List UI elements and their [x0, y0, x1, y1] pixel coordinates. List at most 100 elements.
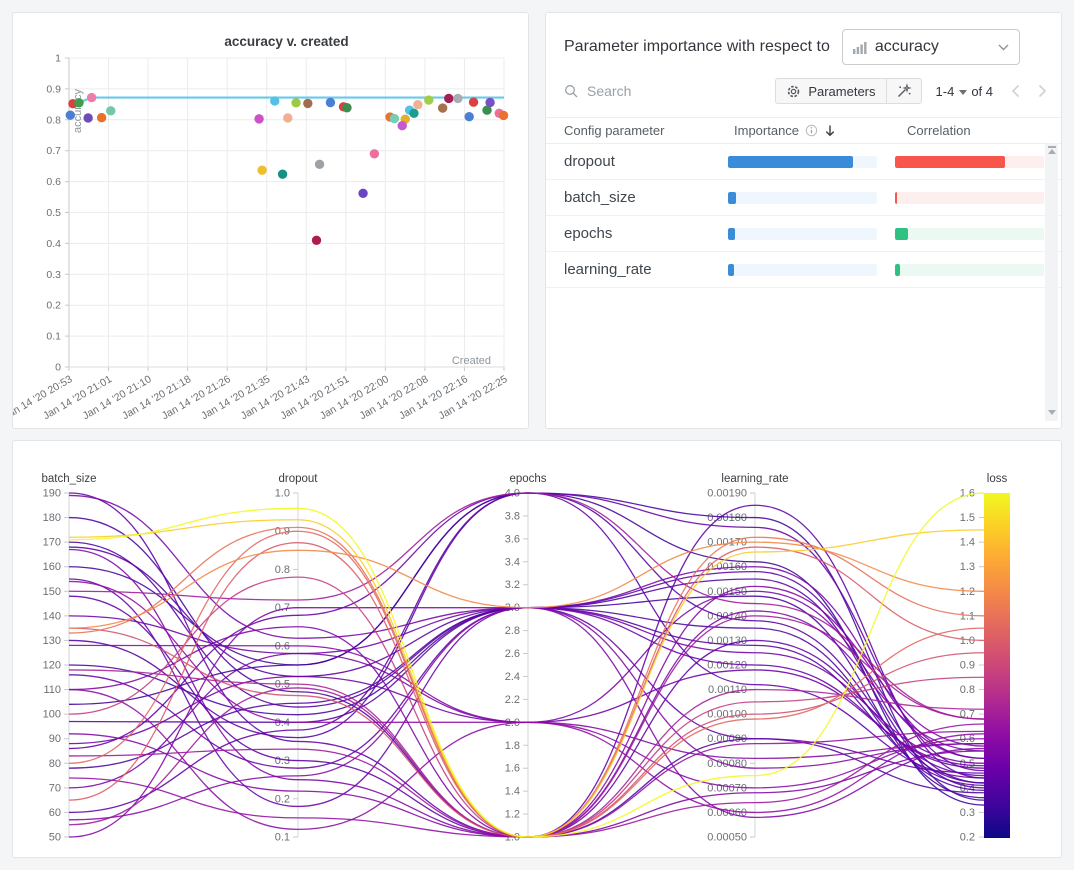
svg-text:0.00190: 0.00190	[707, 488, 747, 500]
importance-bar	[728, 228, 877, 240]
column-importance[interactable]: Importance	[728, 123, 895, 138]
table-row[interactable]: epochs	[546, 216, 1061, 252]
gear-icon	[786, 84, 801, 99]
chart-title: accuracy v. created	[224, 34, 348, 49]
svg-text:1.2: 1.2	[505, 809, 520, 821]
run-line	[69, 550, 984, 837]
svg-text:3.2: 3.2	[505, 579, 520, 591]
config-parameter-name: dropout	[564, 153, 728, 170]
importance-cell	[728, 156, 895, 168]
run-point	[106, 106, 115, 115]
run-point	[409, 109, 418, 118]
importance-cell	[728, 192, 895, 204]
run-point	[315, 160, 324, 169]
svg-text:1.8: 1.8	[505, 740, 520, 752]
prev-page-button[interactable]	[1011, 84, 1020, 98]
run-line	[69, 731, 984, 837]
accuracy-vs-created-panel: 00.10.20.30.40.50.60.70.80.91Jan 14 '20 …	[12, 12, 529, 429]
svg-text:3.4: 3.4	[505, 556, 520, 568]
svg-text:1.1: 1.1	[960, 610, 975, 622]
next-page-button[interactable]	[1038, 84, 1047, 98]
table-row[interactable]: learning_rate	[546, 252, 1061, 288]
svg-text:0.5: 0.5	[46, 207, 61, 219]
svg-text:1.0: 1.0	[275, 488, 290, 500]
svg-text:130: 130	[43, 635, 61, 647]
svg-text:120: 120	[43, 660, 61, 672]
bar-chart-icon	[853, 41, 867, 54]
table-row[interactable]: batch_size	[546, 180, 1061, 216]
run-point	[342, 103, 351, 112]
run-line	[69, 616, 984, 837]
parameters-button[interactable]: Parameters	[775, 78, 886, 104]
svg-text:90: 90	[49, 733, 61, 745]
svg-text:0.2: 0.2	[960, 832, 975, 844]
svg-text:110: 110	[43, 684, 61, 696]
svg-text:0.2: 0.2	[46, 300, 61, 312]
svg-text:0.1: 0.1	[275, 832, 290, 844]
svg-text:2.2: 2.2	[505, 694, 520, 706]
svg-text:0.7: 0.7	[46, 145, 61, 157]
y-axis-label: accuracy	[72, 88, 84, 133]
search-box[interactable]	[564, 82, 775, 100]
svg-text:150: 150	[43, 586, 61, 598]
svg-text:2.6: 2.6	[505, 648, 520, 660]
scroll-up-icon[interactable]	[1048, 149, 1056, 154]
run-point	[312, 236, 321, 245]
config-parameter-name: epochs	[564, 225, 728, 242]
loss-colorbar	[984, 493, 1010, 838]
pagination-range[interactable]: 1-4	[936, 84, 955, 99]
svg-text:70: 70	[49, 782, 61, 794]
config-parameter-name: learning_rate	[564, 261, 728, 278]
correlation-cell	[895, 264, 1044, 276]
magic-wand-button[interactable]	[886, 78, 922, 104]
run-point	[303, 99, 312, 108]
axis-title: epochs	[509, 473, 546, 485]
chevron-right-icon	[1038, 84, 1047, 98]
table-row[interactable]: dropout	[546, 144, 1061, 180]
run-point	[469, 97, 478, 106]
svg-text:1.0: 1.0	[960, 635, 975, 647]
correlation-cell	[895, 156, 1044, 168]
svg-text:0.3: 0.3	[46, 269, 61, 281]
run-point	[482, 106, 491, 115]
run-point	[270, 96, 279, 105]
correlation-bar	[895, 264, 1044, 276]
axis-title: dropout	[278, 473, 318, 485]
info-icon[interactable]	[805, 124, 818, 137]
svg-text:60: 60	[49, 807, 61, 819]
run-point	[283, 113, 292, 122]
importance-cell	[728, 228, 895, 240]
run-point	[66, 110, 75, 119]
search-input[interactable]	[585, 82, 709, 100]
run-point	[390, 114, 399, 123]
table-scrollbar[interactable]	[1045, 143, 1058, 421]
svg-text:0.4: 0.4	[46, 238, 61, 250]
run-point	[87, 93, 96, 102]
table-header: Config parameter Importance Correlation	[546, 117, 1061, 144]
svg-text:0: 0	[55, 362, 61, 374]
scroll-down-icon[interactable]	[1048, 410, 1056, 415]
parallel-coordinates-chart[interactable]: 5060708090100110120130140150160170180190…	[13, 441, 1061, 857]
svg-text:0.8: 0.8	[46, 114, 61, 126]
caret-down-icon	[959, 90, 967, 95]
metric-dropdown[interactable]: accuracy	[842, 29, 1020, 65]
run-point	[97, 113, 106, 122]
metric-dropdown-value: accuracy	[875, 38, 998, 56]
parallel-coordinates-panel: 5060708090100110120130140150160170180190…	[12, 440, 1062, 858]
run-point	[254, 114, 263, 123]
run-point	[278, 169, 287, 178]
scatter-chart[interactable]: 00.10.20.30.40.50.60.70.80.91Jan 14 '20 …	[13, 13, 528, 428]
sort-descending-icon[interactable]	[824, 124, 836, 137]
run-point	[444, 94, 453, 103]
column-config-parameter: Config parameter	[564, 123, 728, 138]
x-axis-label: Created	[452, 355, 491, 367]
importance-bar	[728, 156, 877, 168]
svg-text:160: 160	[43, 561, 61, 573]
svg-text:140: 140	[43, 610, 61, 622]
pagination[interactable]: 1-4 of 4	[936, 84, 993, 99]
svg-text:170: 170	[43, 537, 61, 549]
svg-text:0.1: 0.1	[46, 331, 61, 343]
run-point	[358, 189, 367, 198]
svg-text:0.00050: 0.00050	[707, 832, 747, 844]
svg-text:190: 190	[43, 488, 61, 500]
